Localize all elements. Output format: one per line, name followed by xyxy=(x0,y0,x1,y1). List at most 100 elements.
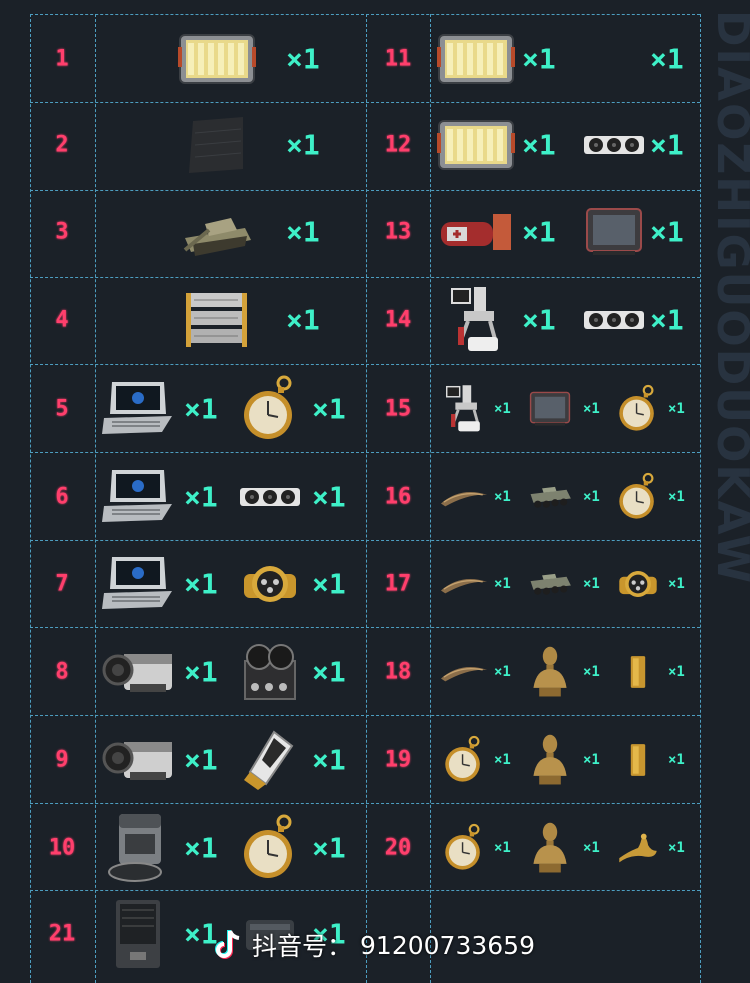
golden-hand-icon xyxy=(616,829,659,866)
slot-number-left: 3 xyxy=(55,219,69,245)
quantity-label: ×1 xyxy=(494,489,511,505)
loot-table: DIAOZHIGUODUOKAW 1 ×1 11 ×1 ×1 2 ×1 12 ×1 ×1 3 ×1 13… xyxy=(0,0,750,983)
slot-number-left: 4 xyxy=(55,307,69,333)
quantity-label: ×1 xyxy=(286,215,320,249)
tank-icon xyxy=(179,204,255,260)
slot-number-left: 1 xyxy=(55,46,69,72)
quantity-label: ×1 xyxy=(286,303,320,337)
laptop-icon xyxy=(100,378,176,440)
quantity-label: ×1 xyxy=(184,567,218,601)
quantity-label: ×1 xyxy=(494,840,511,856)
quantity-label: ×1 xyxy=(668,489,685,505)
carbon-plate-icon xyxy=(185,113,249,177)
gold-watch-icon xyxy=(616,562,659,605)
gold-watch-icon xyxy=(240,554,300,614)
quantity-label: ×1 xyxy=(522,215,556,249)
watermark-id: 91200733659 xyxy=(360,930,535,960)
quantity-label: ×1 xyxy=(583,576,600,592)
slot-number-left: 21 xyxy=(48,921,76,947)
camera-projector-icon xyxy=(100,648,176,696)
slot-number-right: 19 xyxy=(384,747,412,773)
quantity-label: ×1 xyxy=(312,655,346,689)
graphics-card-icon xyxy=(582,130,646,160)
graphics-card-icon xyxy=(582,305,646,335)
quantity-label: ×1 xyxy=(650,128,684,162)
pc-tower-icon xyxy=(110,896,166,972)
grid-line-horizontal xyxy=(30,452,700,453)
grid-line-vertical xyxy=(430,14,431,983)
slot-number-right: 16 xyxy=(384,484,412,510)
grid-line-horizontal xyxy=(30,277,700,278)
pocket-watch-icon xyxy=(616,470,659,525)
watermark-label: 抖音号： xyxy=(252,932,353,961)
slot-number-right: 14 xyxy=(384,307,412,333)
slot-number-right: 20 xyxy=(384,835,412,861)
robot-arm-icon xyxy=(446,283,506,357)
slot-number-right: 18 xyxy=(384,659,412,685)
slot-number-right: 13 xyxy=(384,219,412,245)
bust-statue-icon xyxy=(531,733,570,788)
quantity-label: ×1 xyxy=(583,840,600,856)
armored-vehicle-icon xyxy=(528,483,573,512)
quantity-label: ×1 xyxy=(583,664,600,680)
quantity-label: ×1 xyxy=(522,42,556,76)
quantity-label: ×1 xyxy=(583,489,600,505)
horn-icon xyxy=(440,661,489,683)
quantity-label: ×1 xyxy=(312,480,346,514)
reel-recorder-icon xyxy=(239,641,301,703)
slot-number-left: 6 xyxy=(55,484,69,510)
douyin-logo-icon xyxy=(215,930,240,959)
grid-line-vertical xyxy=(700,14,701,983)
quantity-label: ×1 xyxy=(184,480,218,514)
quantity-label: ×1 xyxy=(668,576,685,592)
quantity-label: ×1 xyxy=(668,840,685,856)
quantity-label: ×1 xyxy=(494,752,511,768)
camera-projector-icon xyxy=(100,736,176,784)
laptop-icon xyxy=(100,466,176,528)
graphics-card-icon xyxy=(238,482,302,512)
slot-number-left: 9 xyxy=(55,747,69,773)
grid-line-horizontal xyxy=(30,540,700,541)
grid-line-horizontal xyxy=(30,715,700,716)
grid-line-horizontal xyxy=(30,364,700,365)
tablet-monitor-icon xyxy=(528,390,573,429)
slot-number-left: 10 xyxy=(48,835,76,861)
grid-line-horizontal xyxy=(30,14,700,15)
quantity-label: ×1 xyxy=(650,42,684,76)
quantity-label: ×1 xyxy=(583,401,600,417)
pocket-watch-icon xyxy=(240,810,300,886)
horn-icon xyxy=(440,573,489,595)
quantity-label: ×1 xyxy=(184,655,218,689)
battery-crate-icon xyxy=(178,31,256,87)
usb-drive-icon xyxy=(244,728,296,792)
horn-icon xyxy=(440,486,489,508)
quantity-label: ×1 xyxy=(668,401,685,417)
gold-bar-icon xyxy=(629,654,648,690)
quantity-label: ×1 xyxy=(312,831,346,865)
pocket-watch-icon xyxy=(240,371,300,447)
quantity-label: ×1 xyxy=(668,664,685,680)
grid-line-horizontal xyxy=(30,102,700,103)
quantity-label: ×1 xyxy=(184,743,218,777)
slot-number-left: 8 xyxy=(55,659,69,685)
grid-line-horizontal xyxy=(30,890,700,891)
pocket-watch-icon xyxy=(442,733,485,788)
pocket-watch-icon xyxy=(442,821,485,876)
quantity-label: ×1 xyxy=(286,128,320,162)
quantity-label: ×1 xyxy=(668,752,685,768)
quantity-label: ×1 xyxy=(184,831,218,865)
quantity-label: ×1 xyxy=(312,567,346,601)
laptop-icon xyxy=(100,553,176,615)
gold-bar-icon xyxy=(629,742,648,778)
server-rack-icon xyxy=(184,289,250,351)
robot-arm-icon xyxy=(442,382,485,435)
quantity-label: ×1 xyxy=(312,743,346,777)
slot-number-right: 11 xyxy=(384,46,412,72)
slot-number-right: 15 xyxy=(384,396,412,422)
grid-line-vertical xyxy=(95,14,96,983)
quantity-label: ×1 xyxy=(650,215,684,249)
slot-number-left: 2 xyxy=(55,132,69,158)
grid-line-horizontal xyxy=(30,627,700,628)
quantity-label: ×1 xyxy=(286,42,320,76)
quantity-label: ×1 xyxy=(494,576,511,592)
